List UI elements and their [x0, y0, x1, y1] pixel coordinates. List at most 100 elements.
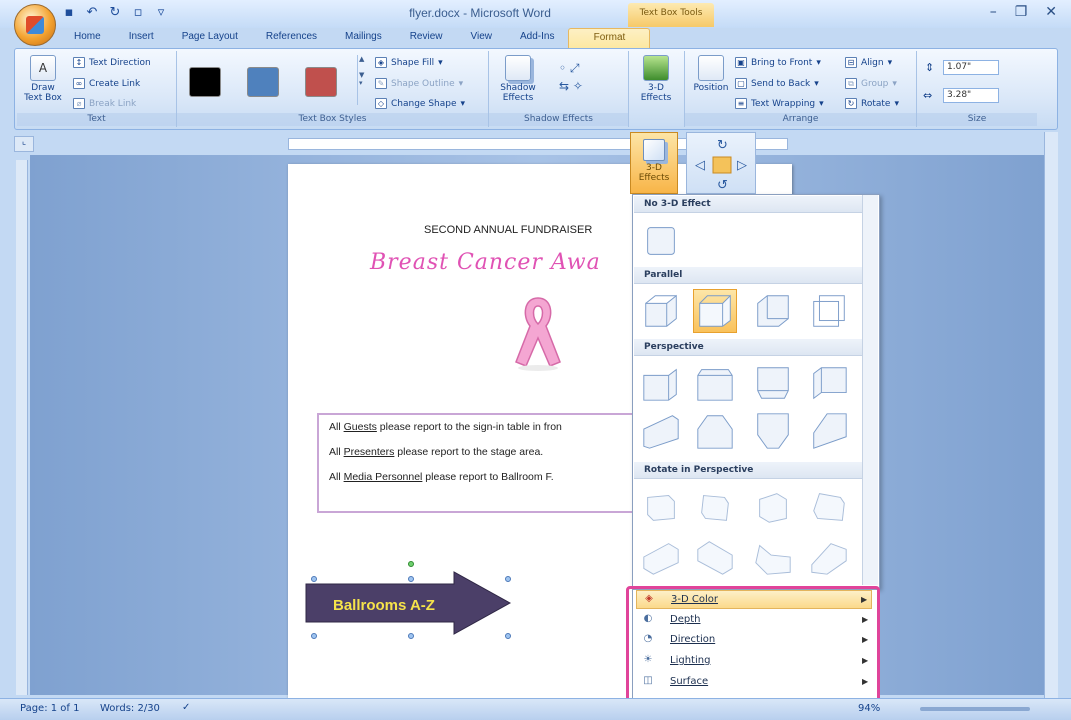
selection-handle[interactable]: [505, 633, 511, 639]
bring-to-front-button[interactable]: ▣ Bring to Front ▾: [735, 57, 821, 68]
minimize-icon[interactable]: –: [990, 4, 997, 20]
parallel-option-selected[interactable]: [693, 289, 737, 333]
ribbon-tabs: Home Insert Page Layout References Maili…: [60, 28, 651, 48]
pencil-icon: ✎: [375, 78, 387, 89]
shape-fill-button[interactable]: ◈ Shape Fill ▾: [375, 57, 443, 68]
instruction-text: please report to Ballroom F.: [422, 471, 554, 483]
break-link-button[interactable]: ⌀ Break Link: [73, 98, 136, 109]
draw-text-box-button[interactable]: A Draw Text Box: [23, 55, 63, 103]
document-title[interactable]: Breast Cancer Awa: [370, 250, 601, 275]
tab-view[interactable]: View: [457, 28, 507, 48]
undo-icon[interactable]: ↶: [85, 6, 99, 20]
group-button[interactable]: ⧉ Group ▾: [845, 78, 897, 89]
threed-tilt-controls[interactable]: ↻ ◁ ▷ ↺: [686, 132, 756, 194]
threed-effects-group: 3-D Effects: [629, 51, 685, 127]
shadow-effects-group-label: Shadow Effects: [489, 113, 628, 126]
threed-effects-button[interactable]: 3-D Effects: [630, 132, 678, 194]
instruction-text: please report to the sign-in table in fr…: [376, 421, 562, 433]
rotate-perspective-option[interactable]: [639, 485, 683, 529]
word-count[interactable]: Words: 2/30: [100, 703, 160, 714]
zoom-level[interactable]: 94%: [858, 703, 880, 714]
instructions-text-box[interactable]: All Guests please report to the sign-in …: [317, 413, 637, 513]
redo-icon[interactable]: ↻: [108, 6, 122, 20]
format-painter-icon[interactable]: ▿: [154, 6, 168, 20]
office-button[interactable]: [14, 4, 56, 46]
zoom-slider[interactable]: [920, 707, 1030, 711]
selection-handle[interactable]: [408, 576, 414, 582]
tab-mailings[interactable]: Mailings: [331, 28, 396, 48]
tab-add-ins[interactable]: Add-Ins: [506, 28, 568, 48]
rotate-perspective-option[interactable]: [693, 485, 737, 529]
tab-selector[interactable]: ⌞: [14, 136, 34, 152]
styles-gallery-scroll[interactable]: ▲ ▼ ▾: [357, 55, 367, 105]
send-to-back-button[interactable]: ▢ Send to Back ▾: [735, 78, 819, 89]
office-logo-icon: [26, 16, 44, 34]
perspective-option[interactable]: [639, 361, 683, 405]
create-link-button[interactable]: ∞ Create Link: [73, 78, 140, 89]
restore-icon[interactable]: ❐: [1015, 4, 1028, 20]
perspective-option[interactable]: [807, 361, 851, 405]
break-link-label: Break Link: [89, 98, 137, 109]
gallery-scrollbar[interactable]: [862, 195, 878, 585]
tab-format[interactable]: Format: [568, 28, 651, 48]
tab-page-layout[interactable]: Page Layout: [168, 28, 252, 48]
arrow-label[interactable]: Ballrooms A-Z: [333, 597, 435, 614]
parallel-option[interactable]: [807, 289, 851, 333]
shape-outline-button[interactable]: ✎ Shape Outline ▾: [375, 78, 463, 89]
rotate-perspective-option[interactable]: [751, 485, 795, 529]
perspective-option[interactable]: [693, 409, 737, 453]
tab-references[interactable]: References: [252, 28, 331, 48]
save-icon[interactable]: ▪: [62, 6, 76, 20]
selection-handle[interactable]: [311, 633, 317, 639]
shadow-effects-button[interactable]: Shadow Effects: [495, 55, 541, 103]
vertical-ruler[interactable]: [16, 160, 28, 695]
tab-review[interactable]: Review: [396, 28, 457, 48]
pink-ribbon-image[interactable]: [506, 292, 570, 372]
draw-text-box-label: Draw Text Box: [24, 83, 62, 103]
new-document-icon[interactable]: ▫: [131, 6, 145, 20]
perspective-option[interactable]: [807, 409, 851, 453]
text-wrapping-button[interactable]: ≡ Text Wrapping ▾: [735, 98, 824, 109]
rotation-handle[interactable]: [408, 561, 414, 567]
rotate-perspective-option[interactable]: [807, 535, 851, 579]
style-swatch-black[interactable]: [189, 67, 221, 97]
style-swatch-blue[interactable]: [247, 67, 279, 97]
text-direction-button[interactable]: ↕ Text Direction: [73, 57, 151, 68]
rotate-perspective-option[interactable]: [807, 485, 851, 529]
vertical-scrollbar[interactable]: [1044, 132, 1058, 698]
perspective-option[interactable]: [751, 361, 795, 405]
text-direction-label: Text Direction: [89, 57, 151, 68]
proofing-icon[interactable]: ✓: [182, 702, 190, 713]
bring-to-front-label: Bring to Front: [751, 57, 813, 68]
no-3d-effect-option[interactable]: [639, 219, 683, 263]
document-heading[interactable]: SECOND ANNUAL FUNDRAISER: [424, 224, 592, 236]
tab-home[interactable]: Home: [60, 28, 115, 48]
perspective-option[interactable]: [751, 409, 795, 453]
rotate-perspective-option[interactable]: [639, 535, 683, 579]
align-button[interactable]: ⊟ Align ▾: [845, 57, 892, 68]
svg-text:◁: ◁: [695, 158, 705, 173]
tab-insert[interactable]: Insert: [115, 28, 168, 48]
section-rotate-perspective: Rotate in Perspective: [634, 462, 862, 479]
perspective-option[interactable]: [693, 361, 737, 405]
selection-handle[interactable]: [505, 576, 511, 582]
style-swatch-red[interactable]: [305, 67, 337, 97]
rotate-button[interactable]: ↻ Rotate ▾: [845, 98, 899, 109]
height-spinner[interactable]: 1.07": [943, 60, 999, 75]
threed-effects-ribbon-button[interactable]: 3-D Effects: [633, 55, 679, 103]
parallel-option[interactable]: [751, 289, 795, 333]
window-controls: – ❐ ✕: [990, 4, 1057, 20]
selection-handle[interactable]: [408, 633, 414, 639]
position-button[interactable]: Position: [689, 55, 733, 93]
parallel-option[interactable]: [639, 289, 683, 333]
change-shape-button[interactable]: ◇ Change Shape ▾: [375, 98, 465, 109]
page-count[interactable]: Page: 1 of 1: [20, 703, 79, 714]
width-spinner[interactable]: 3.28": [943, 88, 999, 103]
shadow-nudge-controls[interactable]: ◦ ⤢ ⇆ ✧: [559, 59, 609, 103]
close-icon[interactable]: ✕: [1045, 4, 1057, 20]
selection-handle[interactable]: [311, 576, 317, 582]
perspective-option[interactable]: [639, 409, 683, 453]
rotate-perspective-option[interactable]: [693, 535, 737, 579]
bring-to-front-icon: ▣: [735, 57, 747, 68]
rotate-perspective-option[interactable]: [751, 535, 795, 579]
